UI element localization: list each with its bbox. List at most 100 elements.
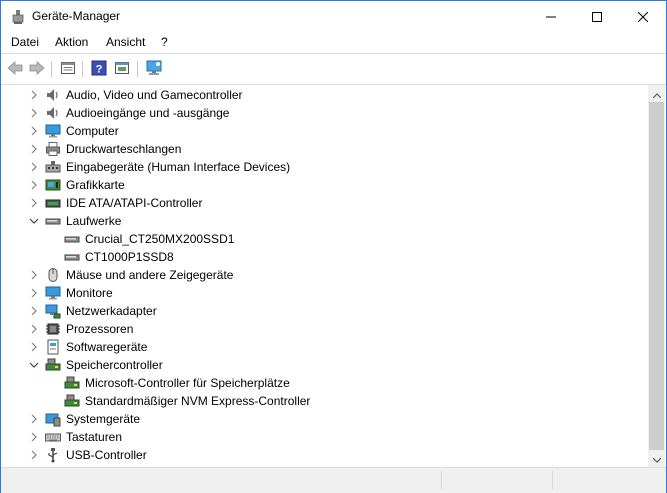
chevron-right-icon[interactable] bbox=[28, 179, 40, 191]
scan-hardware-icon bbox=[145, 59, 163, 80]
chevron-right-icon[interactable] bbox=[28, 143, 40, 155]
storage-controller-icon bbox=[64, 393, 80, 409]
chevron-right-icon[interactable] bbox=[28, 413, 40, 425]
mouse-icon bbox=[45, 267, 61, 283]
tree-device[interactable]: Crucial_CT250MX200SSD1 bbox=[1, 230, 641, 248]
keyboard-icon bbox=[45, 429, 61, 445]
properties-button[interactable] bbox=[58, 59, 78, 79]
toolbar: ? bbox=[1, 53, 666, 85]
chevron-down-icon bbox=[652, 452, 661, 466]
close-button[interactable] bbox=[620, 1, 666, 32]
chevron-right-icon[interactable] bbox=[28, 305, 40, 317]
menu-aktion[interactable]: Aktion bbox=[55, 35, 88, 49]
title-bar[interactable]: Geräte-Manager bbox=[1, 1, 666, 32]
tree-category[interactable]: Tastaturen bbox=[1, 428, 641, 446]
tree-category[interactable]: Druckwarteschlangen bbox=[1, 140, 641, 158]
tree-item-label: Systemgeräte bbox=[66, 412, 141, 426]
tree-category[interactable]: Eingabegeräte (Human Interface Devices) bbox=[1, 158, 641, 176]
chevron-down-icon[interactable] bbox=[28, 215, 40, 227]
status-bar bbox=[1, 467, 666, 493]
tree-item-label: Eingabegeräte (Human Interface Devices) bbox=[66, 160, 291, 174]
disk-drive-icon bbox=[45, 213, 61, 229]
tree-item-label: Computer bbox=[66, 124, 119, 138]
scroll-down-button[interactable] bbox=[648, 450, 665, 467]
scroll-thumb[interactable] bbox=[649, 102, 664, 450]
disk-drive-icon bbox=[64, 231, 80, 247]
speaker-icon bbox=[45, 105, 61, 121]
tree-category[interactable]: Prozessoren bbox=[1, 320, 641, 338]
hid-icon bbox=[45, 159, 61, 175]
toolbar-separator bbox=[137, 61, 138, 77]
chevron-right-icon[interactable] bbox=[28, 161, 40, 173]
monitor-icon bbox=[45, 285, 61, 301]
storage-controller-icon bbox=[64, 375, 80, 391]
chevron-right-icon[interactable] bbox=[28, 323, 40, 335]
tree-device[interactable]: Standardmäßiger NVM Express-Controller bbox=[1, 392, 641, 410]
tree-item-label: Mäuse und andere Zeigegeräte bbox=[66, 268, 234, 282]
tree-category[interactable]: Laufwerke bbox=[1, 212, 641, 230]
tree-item-label: Softwaregeräte bbox=[66, 340, 148, 354]
display-adapter-icon bbox=[45, 177, 61, 193]
chevron-up-icon bbox=[652, 87, 661, 101]
window-title: Geräte-Manager bbox=[32, 9, 121, 23]
tree-item-label: Tastaturen bbox=[66, 430, 123, 444]
chevron-right-icon[interactable] bbox=[28, 431, 40, 443]
status-panel bbox=[441, 471, 552, 489]
menu-bar: Datei Aktion Ansicht ? bbox=[1, 32, 666, 53]
chevron-right-icon[interactable] bbox=[28, 125, 40, 137]
chevron-right-icon[interactable] bbox=[28, 449, 40, 461]
svg-text:?: ? bbox=[96, 63, 103, 75]
tree-category[interactable]: Systemgeräte bbox=[1, 410, 641, 428]
tree-category[interactable]: USB-Controller bbox=[1, 446, 641, 464]
arrow-right-icon bbox=[29, 60, 45, 79]
network-adapter-icon bbox=[45, 303, 61, 319]
chevron-right-icon[interactable] bbox=[28, 341, 40, 353]
status-panel bbox=[552, 471, 663, 489]
processor-icon bbox=[45, 321, 61, 337]
tree-category[interactable]: Computer bbox=[1, 122, 641, 140]
software-device-icon bbox=[45, 339, 61, 355]
device-tree[interactable]: Audio, Video und Gamecontroller Audioeing… bbox=[1, 85, 648, 467]
view-button[interactable] bbox=[112, 59, 132, 79]
tree-category[interactable]: Audioeingänge und -ausgänge bbox=[1, 104, 641, 122]
chevron-right-icon[interactable] bbox=[28, 89, 40, 101]
tree-device[interactable]: CT1000P1SSD8 bbox=[1, 248, 641, 266]
menu-datei[interactable]: Datei bbox=[11, 35, 39, 49]
ide-controller-icon bbox=[45, 195, 61, 211]
chevron-right-icon[interactable] bbox=[28, 197, 40, 209]
chevron-right-icon[interactable] bbox=[28, 287, 40, 299]
chevron-right-icon[interactable] bbox=[28, 107, 40, 119]
tree-item-label: Microsoft-Controller für Speicherplätze bbox=[85, 376, 290, 390]
scan-hardware-button[interactable] bbox=[144, 59, 164, 79]
chevron-right-icon[interactable] bbox=[28, 269, 40, 281]
help-button[interactable]: ? bbox=[89, 59, 109, 79]
tree-item-label: Prozessoren bbox=[66, 322, 134, 336]
properties-icon bbox=[60, 60, 76, 79]
storage-controller-icon bbox=[45, 357, 61, 373]
forward-button[interactable] bbox=[27, 59, 47, 79]
maximize-button[interactable] bbox=[574, 1, 620, 32]
arrow-left-icon bbox=[7, 60, 23, 79]
scroll-up-button[interactable] bbox=[648, 85, 665, 102]
device-manager-window: Geräte-Manager Datei Aktion Ansicht ? ? … bbox=[0, 0, 667, 493]
menu-ansicht[interactable]: Ansicht bbox=[106, 35, 145, 49]
tree-category[interactable]: Monitore bbox=[1, 284, 641, 302]
tree-category[interactable]: Speichercontroller bbox=[1, 356, 641, 374]
chevron-down-icon[interactable] bbox=[28, 359, 40, 371]
tree-category[interactable]: Mäuse und andere Zeigegeräte bbox=[1, 266, 641, 284]
back-button[interactable] bbox=[5, 59, 25, 79]
vertical-scrollbar[interactable] bbox=[648, 85, 665, 467]
tree-item-label: Netzwerkadapter bbox=[66, 304, 157, 318]
tree-category[interactable]: Audio, Video und Gamecontroller bbox=[1, 86, 641, 104]
device-manager-app-icon bbox=[10, 9, 26, 25]
tree-device[interactable]: Microsoft-Controller für Speicherplätze bbox=[1, 374, 641, 392]
menu-help[interactable]: ? bbox=[161, 35, 168, 49]
tree-category[interactable]: Grafikkarte bbox=[1, 176, 641, 194]
tree-item-label: USB-Controller bbox=[66, 448, 147, 462]
tree-category[interactable]: IDE ATA/ATAPI-Controller bbox=[1, 194, 641, 212]
view-window-icon bbox=[114, 60, 130, 79]
tree-item-label: Grafikkarte bbox=[66, 178, 125, 192]
tree-category[interactable]: Softwaregeräte bbox=[1, 338, 641, 356]
minimize-button[interactable] bbox=[528, 1, 574, 32]
tree-category[interactable]: Netzwerkadapter bbox=[1, 302, 641, 320]
